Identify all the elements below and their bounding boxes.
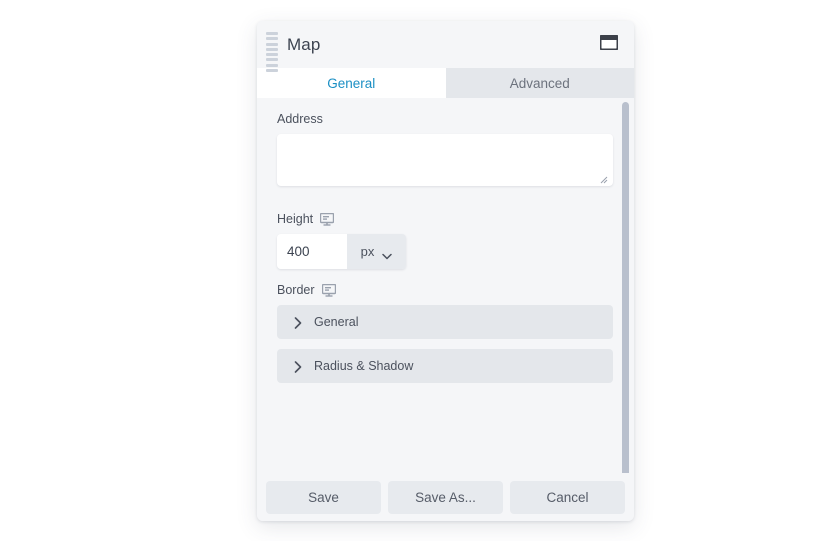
settings-form: Address Height 400 px Border General Rad… <box>257 98 634 473</box>
tab-advanced[interactable]: Advanced <box>445 68 634 98</box>
accordion-border-radius-shadow[interactable]: Radius & Shadow <box>277 349 613 383</box>
drag-handle-bar <box>266 53 278 57</box>
drag-handle-bar <box>266 47 278 51</box>
save-button[interactable]: Save <box>266 480 381 514</box>
address-input[interactable] <box>277 134 613 186</box>
window-restore-icon[interactable] <box>599 34 619 51</box>
accordion-label: Radius & Shadow <box>314 359 414 373</box>
drag-handle-bar <box>266 37 278 41</box>
accordion-border-general[interactable]: General <box>277 305 613 339</box>
drag-handle-icon[interactable] <box>266 32 278 72</box>
address-textarea-wrapper <box>267 134 622 186</box>
map-settings-panel: Map General Advanced Address Height 400 … <box>257 21 634 521</box>
height-control-group: px <box>277 234 406 269</box>
form-spacer <box>267 186 622 212</box>
height-label-text: Height <box>277 212 314 226</box>
vertical-scrollbar[interactable] <box>622 98 631 473</box>
chevron-right-icon <box>294 360 302 373</box>
border-field-label: Border <box>277 283 622 297</box>
drag-handle-bar <box>266 58 278 62</box>
desktop-monitor-icon[interactable] <box>319 212 335 226</box>
chevron-right-icon <box>294 316 302 329</box>
screen-root: Map General Advanced Address Height 400 … <box>0 0 836 541</box>
height-input[interactable] <box>277 234 347 269</box>
scrollbar-thumb[interactable] <box>622 102 629 473</box>
cancel-button[interactable]: Cancel <box>510 480 625 514</box>
save-as-button[interactable]: Save As... <box>388 480 503 514</box>
drag-handle-bar <box>266 68 278 72</box>
panel-tabs: General Advanced <box>257 68 634 98</box>
chevron-down-icon <box>382 248 393 260</box>
desktop-monitor-icon[interactable] <box>321 283 336 297</box>
panel-title: Map <box>287 35 321 54</box>
address-field-label: Address <box>277 112 622 126</box>
height-unit-value: px <box>360 244 375 259</box>
drag-handle-bar <box>266 32 278 35</box>
border-label-text: Border <box>277 283 315 297</box>
tab-general[interactable]: General <box>257 68 446 98</box>
height-unit-select[interactable]: px <box>347 234 406 269</box>
accordion-label: General <box>314 315 359 329</box>
address-label-text: Address <box>277 112 323 126</box>
drag-handle-bar <box>266 42 278 46</box>
panel-titlebar: Map <box>257 21 634 72</box>
height-field-label: Height <box>277 212 622 226</box>
panel-body: Address Height 400 px Border General Rad… <box>257 98 634 473</box>
drag-handle-bar <box>266 63 278 67</box>
panel-footer: Save Save As... Cancel <box>257 473 634 521</box>
form-spacer <box>267 269 622 283</box>
